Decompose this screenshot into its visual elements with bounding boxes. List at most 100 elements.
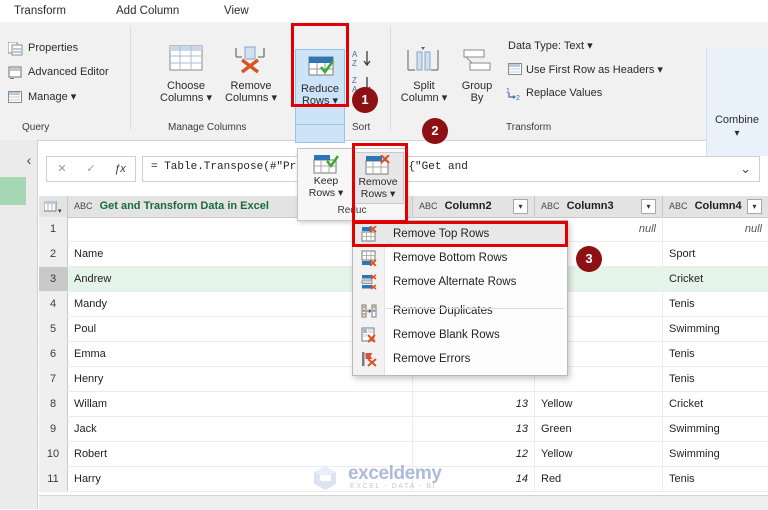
keep-rows-line2: Rows ▾ bbox=[308, 187, 344, 199]
reduce-rows-line2: Rows ▾ bbox=[301, 95, 339, 107]
manage-icon bbox=[8, 91, 22, 103]
row-number[interactable]: 3 bbox=[39, 267, 68, 291]
column-3-filter-icon[interactable]: ▾ bbox=[641, 199, 656, 214]
remove-columns-button[interactable]: Remove Columns ▾ bbox=[220, 80, 282, 104]
cancel-formula-icon[interactable]: ✕ bbox=[47, 157, 77, 181]
remove-bottom-rows-icon bbox=[361, 250, 377, 267]
choose-columns-line2: Columns ▾ bbox=[160, 92, 212, 104]
remove-duplicates-icon bbox=[361, 303, 377, 319]
svg-text:A: A bbox=[352, 50, 358, 59]
menu-item-remove-alternate-rows[interactable]: Remove Alternate Rows bbox=[353, 270, 567, 294]
menu-item-label: Remove Errors bbox=[393, 353, 471, 365]
advanced-editor-command[interactable]: Advanced Editor bbox=[28, 66, 109, 78]
menu-divider bbox=[386, 308, 564, 309]
formula-expand-icon[interactable]: ⌄ bbox=[740, 161, 751, 177]
table-row[interactable]: 8 Willam 13 Yellow Cricket bbox=[39, 392, 768, 417]
row-number[interactable]: 8 bbox=[39, 392, 68, 416]
remove-rows-button[interactable]: Remove Rows ▾ bbox=[352, 152, 404, 204]
table-cell[interactable]: Swimming bbox=[663, 417, 768, 441]
watermark-tagline: EXCEL - DATA - BI bbox=[350, 483, 437, 490]
choose-columns-button[interactable]: Choose Columns ▾ bbox=[156, 80, 216, 104]
table-cell[interactable]: Tenis bbox=[663, 467, 768, 491]
table-cell[interactable]: 13 bbox=[413, 392, 535, 416]
row-number[interactable]: 6 bbox=[39, 342, 68, 366]
collapse-pane-icon[interactable]: ‹ bbox=[22, 152, 36, 168]
keep-rows-button[interactable]: Keep Rows ▾ bbox=[300, 152, 352, 204]
tab-add-column[interactable]: Add Column bbox=[116, 3, 179, 20]
column-header-4[interactable]: ABC Column4 ▾ bbox=[663, 196, 768, 217]
fx-icon[interactable]: ƒx bbox=[105, 157, 135, 181]
table-cell[interactable]: Yellow bbox=[535, 442, 663, 466]
table-cell[interactable]: Tenis bbox=[663, 367, 768, 391]
row-number[interactable]: 2 bbox=[39, 242, 68, 266]
row-number[interactable]: 4 bbox=[39, 292, 68, 316]
exceldemy-logo-icon bbox=[314, 466, 336, 490]
row-number[interactable]: 5 bbox=[39, 317, 68, 341]
table-cell[interactable]: Sport bbox=[663, 242, 768, 266]
menu-item-remove-bottom-rows[interactable]: Remove Bottom Rows bbox=[353, 246, 567, 270]
row-number[interactable]: 11 bbox=[39, 467, 68, 491]
remove-errors-icon bbox=[361, 351, 377, 367]
row-number[interactable]: 1 bbox=[39, 217, 68, 241]
combine-button[interactable]: Combine ▾ bbox=[706, 48, 768, 156]
abc-type-icon: ABC bbox=[541, 201, 560, 211]
remove-blank-rows-icon bbox=[361, 327, 377, 343]
table-cell[interactable]: Jack bbox=[68, 417, 413, 441]
row-number[interactable]: 9 bbox=[39, 417, 68, 441]
remove-columns-line1: Remove bbox=[230, 80, 272, 92]
accept-formula-icon[interactable]: ✓ bbox=[76, 157, 106, 181]
column-header-2[interactable]: ABC Column2 ▾ bbox=[413, 196, 535, 217]
use-first-row-as-headers-command[interactable]: Use First Row as Headers ▾ bbox=[526, 63, 663, 76]
menu-item-remove-duplicates[interactable]: Remove Duplicates bbox=[353, 299, 567, 323]
table-cell[interactable]: Willam bbox=[68, 392, 413, 416]
svg-text:Z: Z bbox=[352, 59, 357, 68]
remove-alternate-rows-icon bbox=[361, 274, 377, 290]
tab-transform[interactable]: Transform bbox=[14, 3, 66, 20]
table-cell[interactable]: null bbox=[663, 217, 768, 241]
column-2-filter-icon[interactable]: ▾ bbox=[513, 199, 528, 214]
menu-item-label: Remove Top Rows bbox=[393, 228, 490, 240]
table-cell[interactable]: Tenis bbox=[663, 292, 768, 316]
table-cell[interactable]: Green bbox=[535, 417, 663, 441]
choose-columns-line1: Choose bbox=[167, 80, 205, 92]
group-divider bbox=[390, 26, 391, 130]
grid-corner-button[interactable]: ▾ bbox=[39, 196, 68, 217]
table-cell[interactable]: Swimming bbox=[663, 442, 768, 466]
replace-values-command[interactable]: Replace Values bbox=[526, 87, 602, 99]
column-header-3-label: Column3 bbox=[566, 200, 614, 212]
table-cell[interactable]: Cricket bbox=[663, 267, 768, 291]
menu-item-label: Remove Duplicates bbox=[393, 305, 493, 317]
column-header-3[interactable]: ABC Column3 ▾ bbox=[535, 196, 663, 217]
group-by-button[interactable]: Group By bbox=[452, 80, 502, 104]
column-4-filter-icon[interactable]: ▾ bbox=[747, 199, 762, 214]
ribbon: Properties Advanced Editor Manage ▾ Quer… bbox=[0, 22, 768, 156]
menu-item-label: Remove Blank Rows bbox=[393, 329, 500, 341]
watermark-name: exceldemy bbox=[348, 463, 442, 484]
reduce-rows-button[interactable]: Reduce Rows ▾ bbox=[295, 49, 345, 125]
menu-item-remove-errors[interactable]: Remove Errors bbox=[353, 347, 567, 371]
queries-pane-selection[interactable] bbox=[0, 177, 26, 205]
menu-item-remove-blank-rows[interactable]: Remove Blank Rows bbox=[353, 323, 567, 347]
formula-input[interactable]: = Table.Transpose(#"Promoted Headers",{{… bbox=[142, 156, 760, 182]
table-cell[interactable]: Red bbox=[535, 467, 663, 491]
table-cell[interactable]: Swimming bbox=[663, 317, 768, 341]
table-cell[interactable]: Tenis bbox=[663, 342, 768, 366]
table-cell[interactable]: 13 bbox=[413, 417, 535, 441]
row-number[interactable]: 7 bbox=[39, 367, 68, 391]
combine-caret-icon[interactable]: ▾ bbox=[707, 128, 767, 139]
advanced-editor-icon bbox=[8, 66, 23, 80]
split-column-button[interactable]: Split Column ▾ bbox=[396, 80, 452, 104]
group-label-manage-columns: Manage Columns bbox=[168, 122, 247, 133]
exceldemy-watermark: exceldemy EXCEL - DATA - BI bbox=[312, 463, 462, 493]
sort-ascending-icon[interactable]: AZ bbox=[352, 48, 378, 70]
tab-view[interactable]: View bbox=[224, 3, 249, 20]
table-cell[interactable]: Cricket bbox=[663, 392, 768, 416]
data-type-command[interactable]: Data Type: Text ▾ bbox=[508, 39, 593, 52]
manage-command[interactable]: Manage ▾ bbox=[28, 90, 76, 103]
row-number[interactable]: 10 bbox=[39, 442, 68, 466]
menu-item-remove-top-rows[interactable]: Remove Top Rows bbox=[353, 222, 567, 246]
table-cell[interactable]: Yellow bbox=[535, 392, 663, 416]
properties-command[interactable]: Properties bbox=[28, 42, 78, 54]
table-row[interactable]: 9 Jack 13 Green Swimming bbox=[39, 417, 768, 442]
group-label-transform: Transform bbox=[506, 122, 552, 133]
